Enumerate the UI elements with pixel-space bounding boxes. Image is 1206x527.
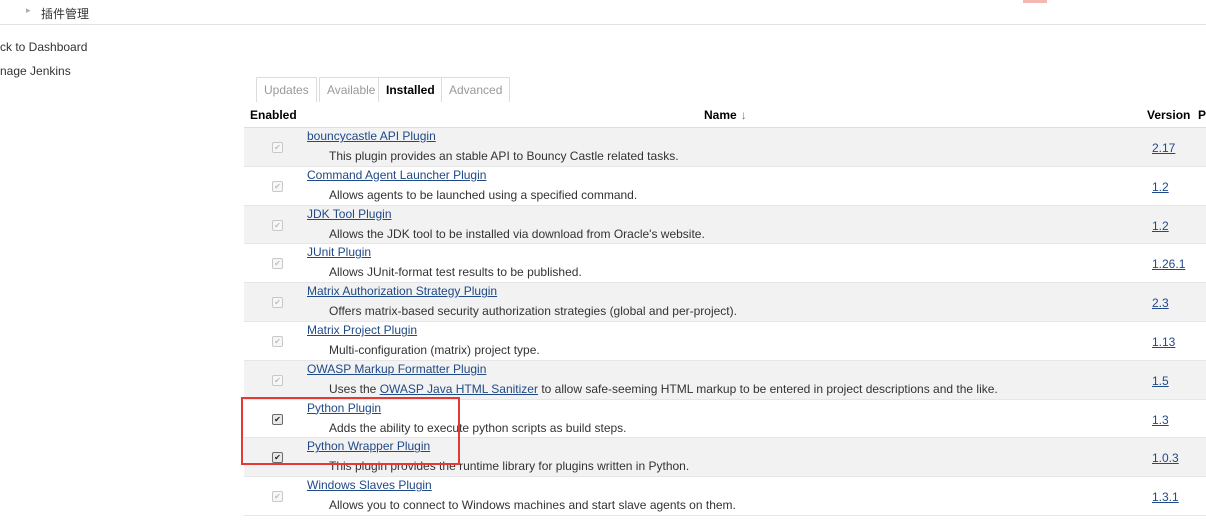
- plugin-name-link[interactable]: bouncycastle API Plugin: [307, 129, 436, 143]
- tab-advanced[interactable]: Advanced: [441, 77, 511, 102]
- plugin-description: Multi-configuration (matrix) project typ…: [329, 342, 540, 357]
- enabled-checkbox: ✔: [272, 258, 283, 270]
- enabled-checkbox[interactable]: ✔: [272, 452, 283, 464]
- description-suffix: to allow safe-seeming HTML markup to be …: [537, 381, 998, 396]
- sidebar-link-manage-jenkins[interactable]: nage Jenkins: [0, 64, 71, 78]
- plugin-description: Uses the OWASP Java HTML Sanitizer to al…: [329, 382, 998, 396]
- header-extra[interactable]: P: [1198, 108, 1206, 122]
- plugin-version-link[interactable]: 1.2: [1152, 180, 1169, 194]
- plugin-description: Allows you to connect to Windows machine…: [329, 498, 736, 513]
- sort-down-icon: ↓: [740, 108, 747, 122]
- plugin-version-link[interactable]: 1.3: [1152, 413, 1169, 427]
- plugin-name-link[interactable]: JUnit Plugin: [307, 245, 371, 259]
- plugin-name-link[interactable]: Command Agent Launcher Plugin: [307, 168, 486, 182]
- plugin-version-link[interactable]: 1.13: [1152, 335, 1175, 349]
- plugin-description: Adds the ability to execute python scrip…: [329, 420, 627, 435]
- table-row: ✔ bouncycastle API Plugin This plugin prov…: [244, 128, 1206, 167]
- breadcrumb-arrow-icon: ▸: [26, 5, 31, 15]
- breadcrumb-bar: ▸ 插件管理: [0, 0, 1206, 25]
- table-body: ✔ bouncycastle API Plugin This plugin prov…: [244, 128, 1206, 516]
- plugin-description: Allows JUnit-format test results to be p…: [329, 265, 582, 280]
- table-row: ✔ JUnit Plugin Allows JUnit-format test re…: [244, 244, 1206, 284]
- table-row: ✔ Windows Slaves Plugin Allows you to conn…: [244, 477, 1206, 516]
- plugin-name-link[interactable]: Matrix Project Plugin: [307, 323, 417, 337]
- enabled-checkbox: ✔: [272, 335, 283, 347]
- table-row: ✔ Python Plugin Adds the ability to execut…: [244, 399, 1206, 439]
- description-link[interactable]: OWASP Java HTML Sanitizer: [380, 382, 538, 396]
- plugin-version-link[interactable]: 1.5: [1152, 374, 1169, 388]
- tab-installed[interactable]: Installed: [378, 77, 443, 102]
- enabled-checkbox: ✔: [272, 180, 283, 192]
- header-name-label: Name: [704, 108, 737, 122]
- plugin-name-link[interactable]: Python Wrapper Plugin: [307, 439, 430, 453]
- sidebar-link-dashboard[interactable]: ck to Dashboard: [0, 40, 87, 54]
- enabled-checkbox: ✔: [272, 297, 283, 309]
- enabled-checkbox: ✔: [272, 219, 283, 231]
- plugin-name-link[interactable]: Windows Slaves Plugin: [307, 478, 432, 492]
- table-header: Enabled Name ↓ Version P: [244, 103, 1206, 128]
- table-row: ✔ Matrix Project Plugin Multi-configuratio…: [244, 321, 1206, 361]
- plugin-version-link[interactable]: 2.3: [1152, 296, 1169, 310]
- header-enabled[interactable]: Enabled: [250, 108, 297, 122]
- top-accent-mark: [1023, 0, 1047, 3]
- plugin-version-link[interactable]: 1.26.1: [1152, 257, 1185, 271]
- plugin-tabs: Updates Available Installed Advanced: [256, 77, 1016, 102]
- installed-plugins-table: Enabled Name ↓ Version P ✔ bouncycastle AP…: [244, 103, 1206, 516]
- plugin-version-link[interactable]: 2.17: [1152, 141, 1175, 155]
- table-row: ✔ Python Wrapper Plugin This plugin provid…: [244, 438, 1206, 478]
- enabled-checkbox: ✔: [272, 491, 283, 503]
- enabled-checkbox: ✔: [272, 142, 283, 153]
- tab-available[interactable]: Available: [319, 77, 384, 102]
- plugin-description: This plugin provides the runtime library…: [329, 459, 690, 474]
- header-version[interactable]: Version: [1147, 108, 1190, 122]
- table-row: ✔ JDK Tool Plugin Allows the JDK tool to b…: [244, 205, 1206, 245]
- table-row: ✔ Matrix Authorization Strategy Plugin Off…: [244, 283, 1206, 322]
- plugin-name-link[interactable]: Matrix Authorization Strategy Plugin: [307, 284, 497, 298]
- plugin-version-link[interactable]: 1.0.3: [1152, 451, 1179, 465]
- plugin-name-link[interactable]: JDK Tool Plugin: [307, 207, 392, 221]
- plugin-description: Allows the JDK tool to be installed via …: [329, 226, 705, 241]
- plugin-name-link[interactable]: Python Plugin: [307, 401, 381, 415]
- plugin-description: Offers matrix-based security authorizati…: [329, 304, 737, 319]
- enabled-checkbox[interactable]: ✔: [272, 413, 283, 425]
- plugin-version-link[interactable]: 1.2: [1152, 219, 1169, 233]
- breadcrumb-item[interactable]: 插件管理: [41, 5, 89, 22]
- plugin-description: Allows agents to be launched using a spe…: [329, 187, 638, 202]
- description-prefix: Uses the: [329, 381, 380, 396]
- enabled-checkbox: ✔: [272, 374, 283, 386]
- header-name[interactable]: Name ↓: [704, 108, 747, 122]
- table-row: ✔ Command Agent Launcher Plugin Allows age…: [244, 166, 1206, 206]
- table-row: ✔ OWASP Markup Formatter Plugin Uses the O…: [244, 360, 1206, 400]
- plugin-description: This plugin provides an stable API to Bo…: [329, 149, 679, 163]
- plugin-version-link[interactable]: 1.3.1: [1152, 490, 1179, 504]
- tab-updates[interactable]: Updates: [256, 77, 317, 102]
- plugin-name-link[interactable]: OWASP Markup Formatter Plugin: [307, 362, 486, 376]
